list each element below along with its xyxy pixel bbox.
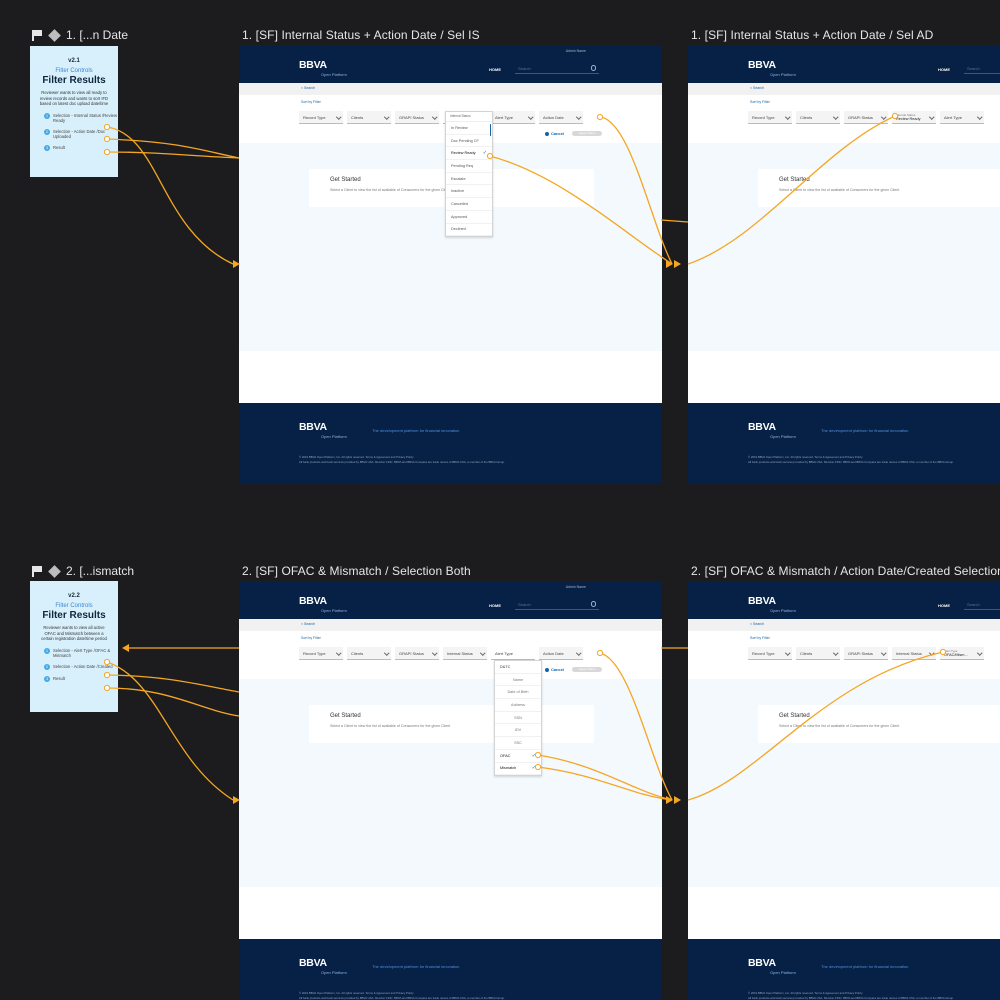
connector (106, 138, 240, 159)
connector (687, 651, 944, 801)
prototype-connectors (103, 112, 947, 804)
arrowhead (674, 796, 681, 804)
connector (106, 661, 234, 801)
hotspot (596, 649, 604, 657)
arrowhead (122, 644, 129, 652)
connector (106, 687, 240, 717)
hotspot (939, 648, 947, 656)
connector (660, 219, 689, 223)
connector (106, 151, 240, 159)
hotspot (534, 751, 542, 759)
arrowhead (666, 260, 673, 268)
arrowhead (666, 796, 673, 804)
hotspot (103, 684, 111, 692)
connector (599, 652, 673, 801)
hotspot (103, 671, 111, 679)
connector (687, 115, 896, 265)
arrowhead (233, 260, 240, 268)
connector (106, 674, 240, 693)
connector (106, 126, 234, 265)
connector (599, 116, 673, 265)
connector (537, 766, 673, 801)
hotspot (103, 135, 111, 143)
hotspot (891, 112, 899, 120)
hotspot (103, 148, 111, 156)
arrowhead (674, 260, 681, 268)
hotspot (103, 658, 111, 666)
hotspot (103, 123, 111, 131)
hotspot (534, 763, 542, 771)
arrowhead (233, 796, 240, 804)
connector (537, 754, 673, 801)
connector (489, 155, 673, 265)
hotspot (596, 113, 604, 121)
hotspot (486, 152, 494, 160)
